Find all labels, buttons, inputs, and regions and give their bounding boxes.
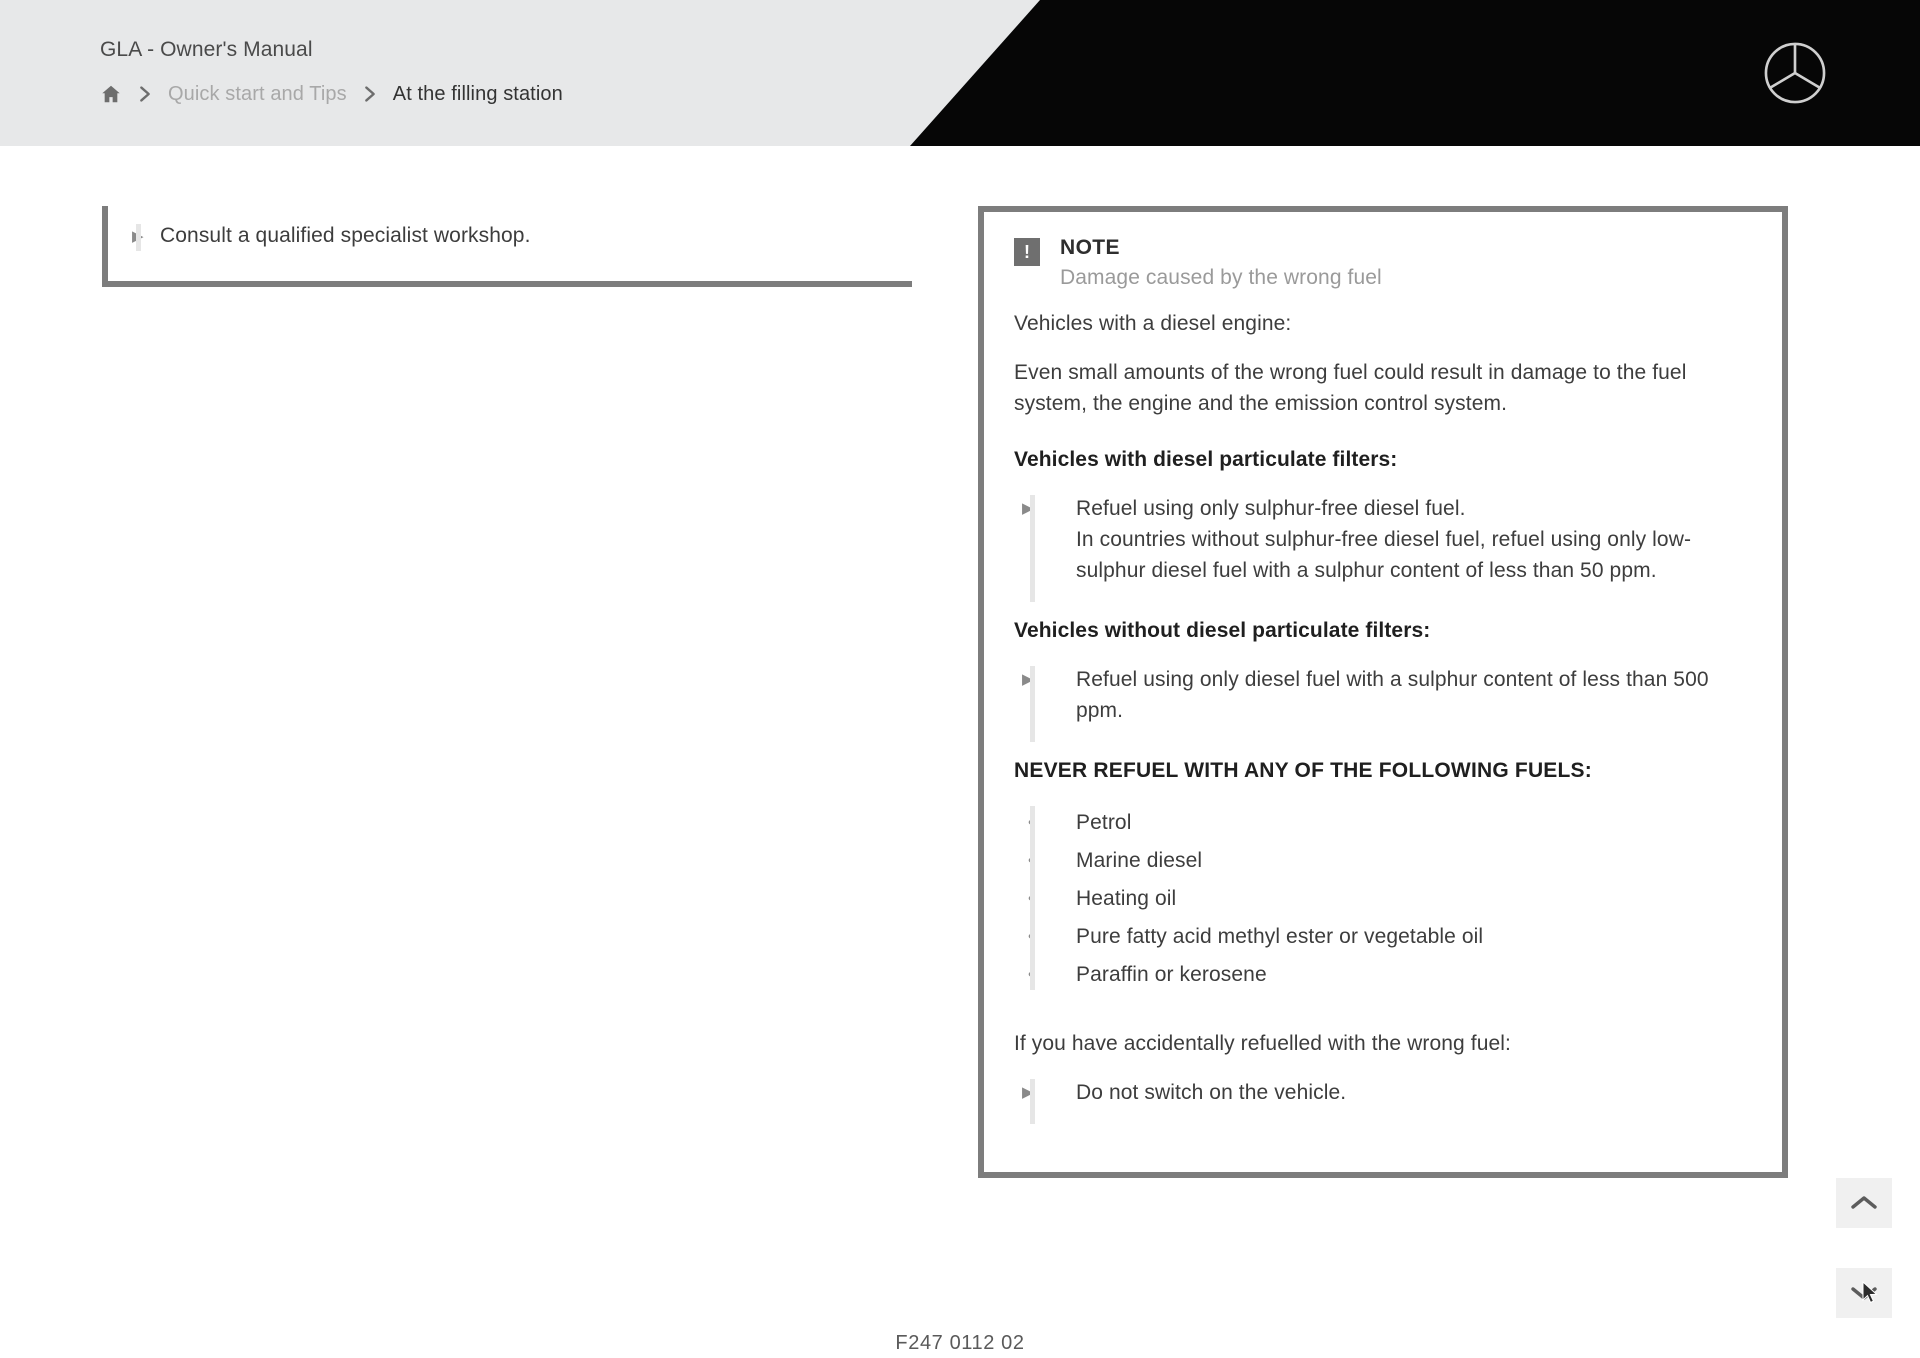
mercedes-benz-star-logo xyxy=(1764,42,1826,104)
note-box: ! NOTE Damage caused by the wrong fuel V… xyxy=(978,206,1788,1178)
bullet-block-with-filters: ▶ Refuel using only sulphur-free diesel … xyxy=(1014,493,1756,602)
triangle-bullet-icon: ▶ xyxy=(108,220,160,244)
triangle-bullet-icon: ▶ xyxy=(1022,1084,1034,1101)
list-item: ▶ Refuel using only sulphur-free diesel … xyxy=(1014,493,1756,524)
indent-guide-line xyxy=(1030,666,1035,742)
instruction-text: Refuel using only sulphur-free diesel fu… xyxy=(1076,497,1466,520)
subheading-never-refuel: NEVER REFUEL WITH ANY OF THE FOLLOWING F… xyxy=(1014,759,1592,782)
forbidden-fuels-list: • Petrol • Marine diesel • Heating oil •… xyxy=(1014,804,1756,994)
chevron-up-icon xyxy=(1851,1196,1877,1209)
manual-page: GLA - Owner's Manual Quick start and Tip… xyxy=(0,0,1920,1358)
note-intro-text: Vehicles with a diesel engine: xyxy=(1014,312,1292,335)
triangle-bullet-icon: ▶ xyxy=(1022,671,1034,688)
indent-guide-line xyxy=(1030,495,1035,602)
list-item: • Pure fatty acid methyl ester or vegeta… xyxy=(1014,918,1756,956)
scroll-down-button[interactable] xyxy=(1836,1268,1892,1318)
list-item: • Heating oil xyxy=(1014,880,1756,918)
home-icon[interactable] xyxy=(100,83,122,105)
fuel-name: Pure fatty acid methyl ester or vegetabl… xyxy=(1076,925,1484,948)
bullet-block-accidental: ▶ Do not switch on the vehicle. xyxy=(1014,1077,1756,1124)
list-item: • Marine diesel xyxy=(1014,842,1756,880)
dot-bullet-icon: • xyxy=(1014,842,1076,880)
subheading-with-filters: Vehicles with diesel particulate filters… xyxy=(1014,448,1398,471)
list-item: • Petrol xyxy=(1014,804,1756,842)
manual-content: ▶ Consult a qualified specialist worksho… xyxy=(0,146,1920,1358)
breadcrumb: Quick start and Tips At the filling stat… xyxy=(100,80,563,108)
fuel-name: Marine diesel xyxy=(1076,849,1203,872)
accidental-refuel-intro: If you have accidentally refuelled with … xyxy=(1014,1032,1511,1055)
indent-guide-line xyxy=(1030,806,1035,990)
exclamation-mark-icon: ! xyxy=(1014,238,1040,266)
fuel-name: Heating oil xyxy=(1076,887,1177,910)
list-item: ▶ Do not switch on the vehicle. xyxy=(1014,1077,1756,1108)
instruction-detail-text: In countries without sulphur-free diesel… xyxy=(1076,528,1692,582)
breadcrumb-item-quick-start[interactable]: Quick start and Tips xyxy=(168,83,347,106)
fuel-name: Petrol xyxy=(1076,811,1132,834)
subheading-without-filters: Vehicles without diesel particulate filt… xyxy=(1014,619,1431,642)
breadcrumb-item-current: At the filling station xyxy=(392,82,563,105)
chevron-down-icon xyxy=(1851,1287,1877,1300)
note-label: NOTE xyxy=(1060,236,1120,259)
breadcrumb-separator-1 xyxy=(122,83,168,105)
list-item: ▶ Refuel using only diesel fuel with a s… xyxy=(1014,664,1756,726)
note-box-continued: ▶ Consult a qualified specialist worksho… xyxy=(102,206,912,287)
instruction-text: Refuel using only diesel fuel with a sul… xyxy=(1076,668,1709,722)
indent-guide-line xyxy=(136,224,141,251)
note-paragraph: Even small amounts of the wrong fuel cou… xyxy=(1014,361,1687,415)
document-code: F247 0112 02 xyxy=(895,1332,1025,1354)
fuel-name: Paraffin or kerosene xyxy=(1076,963,1267,986)
instruction-text: Consult a qualified specialist workshop. xyxy=(160,224,531,247)
list-item: • Paraffin or kerosene xyxy=(1014,956,1756,994)
dot-bullet-icon: • xyxy=(1014,880,1076,918)
dot-bullet-icon: • xyxy=(1014,956,1076,994)
indent-guide-line xyxy=(1030,1079,1035,1124)
list-item: ▶ Consult a qualified specialist worksho… xyxy=(108,220,912,251)
triangle-bullet-icon: ▶ xyxy=(1022,500,1034,517)
page-title: GLA - Owner's Manual xyxy=(100,38,313,61)
note-subtitle: Damage caused by the wrong fuel xyxy=(1060,266,1382,289)
note-header: ! NOTE Damage caused by the wrong fuel xyxy=(1014,234,1756,294)
breadcrumb-separator-2 xyxy=(347,83,393,105)
dot-bullet-icon: • xyxy=(1014,804,1076,842)
scroll-up-button[interactable] xyxy=(1836,1178,1892,1228)
left-column: ▶ Consult a qualified specialist worksho… xyxy=(102,206,912,287)
dot-bullet-icon: • xyxy=(1014,918,1076,956)
right-column: ! NOTE Damage caused by the wrong fuel V… xyxy=(978,206,1788,1178)
bullet-block-without-filters: ▶ Refuel using only diesel fuel with a s… xyxy=(1014,664,1756,742)
page-header: GLA - Owner's Manual Quick start and Tip… xyxy=(0,0,1920,146)
instruction-text: Do not switch on the vehicle. xyxy=(1076,1081,1347,1104)
